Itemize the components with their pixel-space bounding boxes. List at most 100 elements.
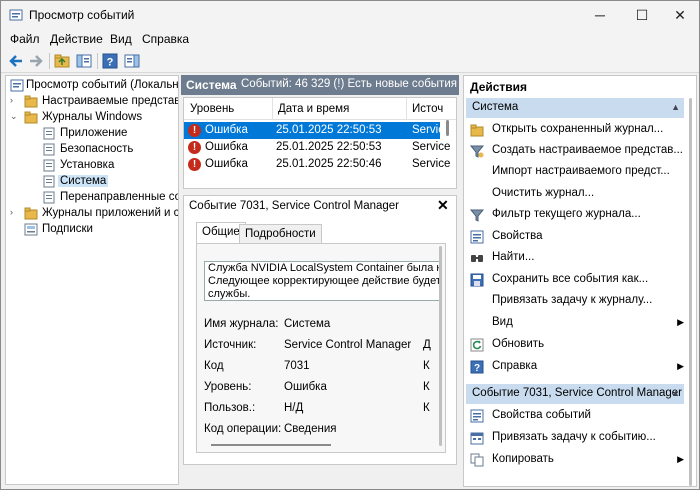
window-title: Просмотр событий: [29, 8, 135, 22]
action-label: Копировать: [492, 453, 554, 465]
tree-item-forwarded-events[interactable]: Перенаправленные собы: [6, 190, 178, 206]
description-line: Служба NVIDIA LocalSystem Container была…: [208, 262, 440, 274]
collapse-icon[interactable]: ▲: [671, 388, 680, 398]
action-filter-current-log[interactable]: Фильтр текущего журнала...: [464, 205, 684, 225]
property-label: Код: [204, 360, 224, 372]
help-icon[interactable]: ?: [101, 52, 119, 70]
property-label: Имя журнала:: [204, 318, 279, 330]
log-icon: [43, 127, 55, 140]
action-label: Свойства событий: [492, 409, 591, 421]
panel-icon[interactable]: [123, 52, 141, 70]
event-datetime: 25.01.2025 22:50:46: [276, 158, 382, 170]
tree-item-event-viewer-local[interactable]: Просмотр событий (Локальнь: [6, 78, 178, 94]
action-attach-task-to-log[interactable]: Привязать задачу к журналу...: [464, 291, 684, 311]
events-scrollbar[interactable]: [446, 120, 449, 136]
column-header-datetime[interactable]: Дата и время: [278, 103, 349, 115]
action-label: Очистить журнал...: [492, 187, 595, 199]
event-viewer-app-icon: [9, 9, 23, 21]
tab-details[interactable]: Подробности: [239, 224, 322, 244]
action-properties[interactable]: Свойства: [464, 227, 684, 247]
action-create-custom-view[interactable]: Создать настраиваемое представ...: [464, 141, 684, 161]
section-title: Событие 7031, Service Control Manager: [472, 387, 683, 399]
filter-icon: [470, 209, 484, 222]
event-source: Service: [412, 124, 451, 136]
action-find[interactable]: Найти...: [464, 248, 684, 268]
show-hide-tree-icon[interactable]: [75, 52, 93, 70]
find-icon: [471, 255, 483, 262]
property-label-cut: К: [423, 381, 430, 393]
menu-action[interactable]: Действие: [50, 32, 103, 46]
tree-item-application[interactable]: Приложение: [6, 126, 178, 142]
tree-item-subscriptions[interactable]: Подписки: [6, 222, 178, 238]
action-refresh[interactable]: Обновить: [464, 335, 684, 355]
menu-file[interactable]: Файл: [10, 32, 40, 46]
action-label: Импорт настраиваемого предст...: [492, 165, 670, 177]
action-event-properties[interactable]: Свойства событий: [464, 406, 684, 426]
folder-up-icon[interactable]: [53, 52, 71, 70]
action-clear-log[interactable]: Очистить журнал...: [464, 184, 684, 204]
action-label: Фильтр текущего журнала...: [492, 208, 641, 220]
svg-text:?: ?: [474, 363, 480, 374]
actions-section-system[interactable]: Система ▲: [466, 98, 684, 118]
tree-item-custom-views[interactable]: › Настраиваемые представле: [6, 94, 178, 110]
back-arrow-icon[interactable]: [7, 52, 25, 70]
close-detail-icon[interactable]: ✕: [437, 197, 449, 214]
column-header-source[interactable]: Источ: [412, 103, 443, 115]
action-label: Открыть сохраненный журнал...: [492, 123, 664, 135]
event-description[interactable]: Служба NVIDIA LocalSystem Container была…: [204, 261, 440, 301]
action-attach-task-to-event[interactable]: Привязать задачу к событию...: [464, 428, 684, 448]
action-save-all-events[interactable]: Сохранить все события как...: [464, 270, 684, 290]
error-icon: !: [188, 124, 201, 137]
general-tab-panel: Служба NVIDIA LocalSystem Container была…: [196, 243, 446, 453]
minimize-button[interactable]: ─: [577, 1, 623, 29]
tree-item-label: Безопасность: [60, 143, 134, 155]
table-row[interactable]: ! Ошибка 25.01.2025 22:50:53 Service: [184, 139, 450, 156]
action-copy[interactable]: Копировать ▶: [464, 450, 684, 470]
event-datetime: 25.01.2025 22:50:53: [276, 124, 382, 136]
log-title: Система: [186, 78, 237, 92]
chevron-right-icon[interactable]: ›: [10, 207, 20, 217]
column-header-level[interactable]: Уровень: [190, 103, 234, 115]
toolbar-separator: [97, 53, 98, 69]
action-import-custom-view[interactable]: Импорт настраиваемого предст...: [464, 162, 684, 182]
toolbar-separator: [49, 53, 50, 69]
table-row[interactable]: ! Ошибка 25.01.2025 22:50:53 Service: [184, 122, 450, 139]
column-separator[interactable]: [272, 98, 273, 120]
actions-scrollbar[interactable]: [689, 98, 692, 486]
column-separator[interactable]: [406, 98, 407, 120]
menu-help[interactable]: Справка: [142, 32, 189, 46]
events-table-header: Уровень Дата и время Источ: [184, 98, 456, 120]
table-row[interactable]: ! Ошибка 25.01.2025 22:50:46 Service: [184, 156, 450, 173]
actions-pane: Действия Система ▲ Открыть сохраненный ж…: [463, 75, 697, 487]
event-level: Ошибка: [205, 158, 248, 170]
chevron-right-icon[interactable]: ›: [10, 95, 20, 105]
tree-item-windows-logs[interactable]: ⌄ Журналы Windows: [6, 110, 178, 126]
action-open-saved-log[interactable]: Открыть сохраненный журнал...: [464, 120, 684, 140]
collapse-icon[interactable]: ▲: [671, 102, 680, 112]
open-log-icon: [470, 124, 484, 137]
log-icon: [43, 143, 55, 156]
action-label: Справка: [492, 360, 538, 372]
menu-bar: Файл Действие Вид Справка: [1, 29, 699, 49]
action-label: Свойства: [492, 230, 543, 242]
tree-item-label: Приложение: [60, 127, 128, 139]
event-datetime: 25.01.2025 22:50:53: [276, 141, 382, 153]
tree-item-applications-services-logs[interactable]: › Журналы приложений и сл: [6, 206, 178, 222]
tree-item-system[interactable]: Система: [6, 174, 178, 190]
title-bar: Просмотр событий ─ ☐ ✕: [1, 1, 699, 29]
actions-section-event[interactable]: Событие 7031, Service Control Manager ▲: [466, 384, 684, 404]
tree-item-setup[interactable]: Установка: [6, 158, 178, 174]
submenu-arrow-icon: ▶: [677, 361, 684, 371]
detail-vertical-scrollbar[interactable]: [439, 246, 442, 446]
tree-item-security[interactable]: Безопасность: [6, 142, 178, 158]
forward-arrow-icon[interactable]: [27, 52, 45, 70]
action-view[interactable]: Вид ▶: [464, 313, 684, 333]
action-label: Привязать задачу к событию...: [492, 431, 656, 443]
menu-view[interactable]: Вид: [110, 32, 132, 46]
property-label-cut: Д: [423, 339, 431, 351]
action-help[interactable]: ? Справка ▶: [464, 357, 684, 377]
detail-horizontal-scrollbar[interactable]: [211, 444, 331, 446]
chevron-down-icon[interactable]: ⌄: [10, 111, 20, 122]
close-button[interactable]: ✕: [657, 1, 699, 29]
tree-item-label: Система: [58, 175, 109, 187]
